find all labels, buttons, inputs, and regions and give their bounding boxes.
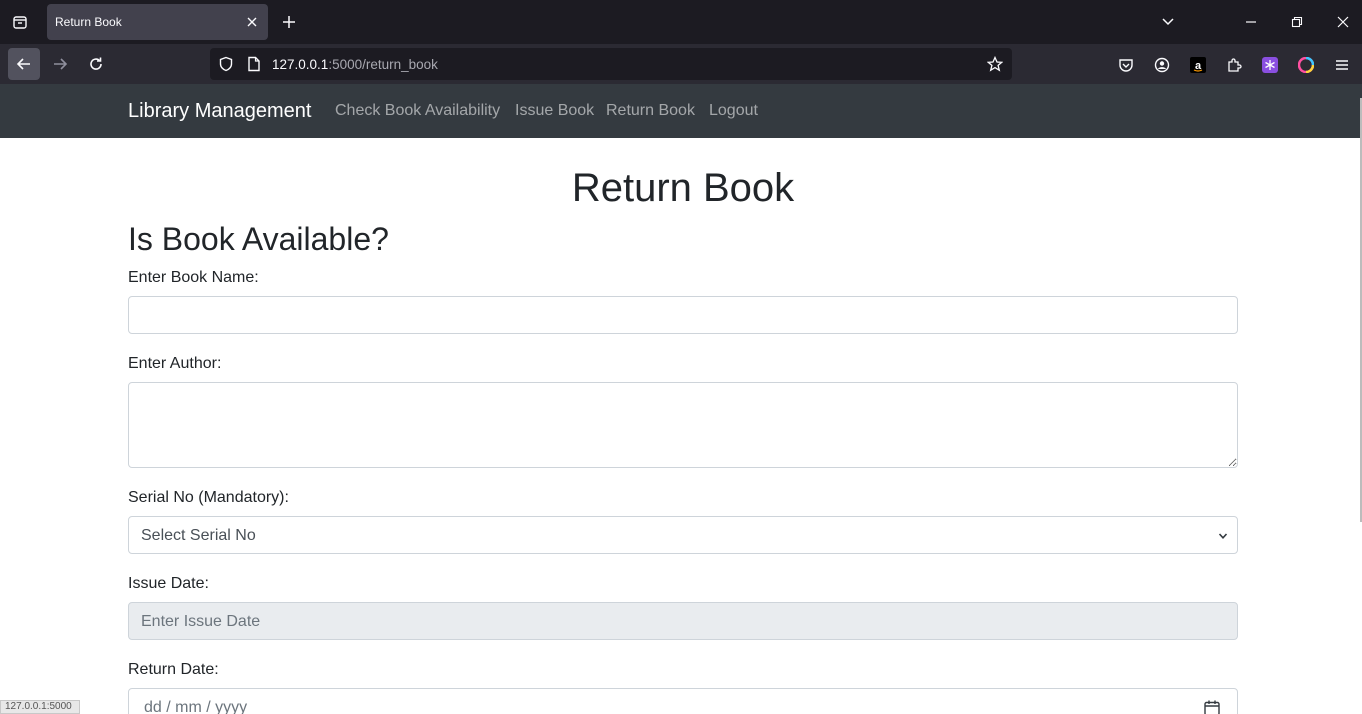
url-text: 127.0.0.1:5000/return_book: [272, 57, 438, 72]
nav-return-book[interactable]: Return Book: [606, 102, 695, 120]
site-navbar: Library Management Check Book Availabili…: [0, 84, 1362, 138]
back-arrow-icon: [16, 58, 30, 70]
issue-date-placeholder: Enter Issue Date: [141, 613, 261, 630]
reload-button[interactable]: [80, 48, 112, 80]
issue-date-input[interactable]: Enter Issue Date: [128, 602, 1238, 640]
author-label: Enter Author:: [128, 355, 222, 372]
browser-tab-strip: Return Book: [0, 0, 1362, 44]
return-date-label: Return Date:: [128, 661, 219, 678]
list-all-tabs-icon[interactable]: [1158, 12, 1178, 32]
url-path: :5000/return_book: [328, 57, 438, 72]
tab-title: Return Book: [55, 15, 122, 29]
snowflake-extension-icon[interactable]: [1261, 56, 1279, 74]
return-date-placeholder: dd / mm / yyyy: [144, 699, 248, 714]
chevron-down-icon: [1217, 530, 1229, 542]
nav-logout[interactable]: Logout: [709, 102, 758, 120]
serial-no-label: Serial No (Mandatory):: [128, 489, 289, 506]
book-name-input[interactable]: [128, 296, 1238, 334]
link-status-bar: 127.0.0.1:5000: [0, 700, 80, 714]
app-menu-icon[interactable]: [1333, 56, 1351, 74]
minimize-icon[interactable]: [1241, 12, 1261, 32]
new-tab-icon[interactable]: [279, 12, 299, 32]
page-info-icon[interactable]: [246, 56, 262, 72]
section-heading: Is Book Available?: [128, 221, 389, 257]
pocket-icon[interactable]: [1117, 56, 1135, 74]
calendar-icon[interactable]: [1203, 699, 1221, 714]
browser-toolbar: 127.0.0.1:5000/return_book a: [0, 44, 1362, 84]
issue-date-label: Issue Date:: [128, 575, 209, 592]
shield-icon[interactable]: [218, 56, 234, 72]
close-tab-icon[interactable]: [244, 14, 260, 30]
brand-link[interactable]: Library Management: [128, 100, 311, 123]
amazon-extension-icon[interactable]: a: [1189, 56, 1207, 74]
url-bar[interactable]: 127.0.0.1:5000/return_book: [210, 48, 1012, 80]
serial-no-select[interactable]: Select Serial No: [128, 516, 1238, 554]
forward-button[interactable]: [44, 48, 76, 80]
reload-icon: [90, 57, 102, 70]
author-textarea[interactable]: [128, 382, 1238, 468]
active-tab[interactable]: Return Book: [47, 4, 268, 40]
nav-issue-book[interactable]: Issue Book: [515, 102, 594, 120]
color-picker-extension-icon[interactable]: [1297, 56, 1315, 74]
back-button[interactable]: [8, 48, 40, 80]
extensions-puzzle-icon[interactable]: [1225, 56, 1243, 74]
serial-no-selected-value: Select Serial No: [141, 527, 256, 544]
forward-arrow-icon: [54, 58, 68, 70]
return-date-input[interactable]: dd / mm / yyyy: [128, 688, 1238, 714]
close-window-icon[interactable]: [1333, 12, 1353, 32]
restore-icon[interactable]: [1287, 12, 1307, 32]
account-icon[interactable]: [1153, 56, 1171, 74]
tab-overview-icon[interactable]: [8, 10, 32, 34]
page-title: Return Book: [571, 166, 795, 210]
nav-check-availability[interactable]: Check Book Availability: [335, 102, 500, 120]
url-host: 127.0.0.1: [272, 57, 329, 72]
bookmark-star-icon[interactable]: [987, 56, 1003, 72]
book-name-label: Enter Book Name:: [128, 269, 259, 286]
